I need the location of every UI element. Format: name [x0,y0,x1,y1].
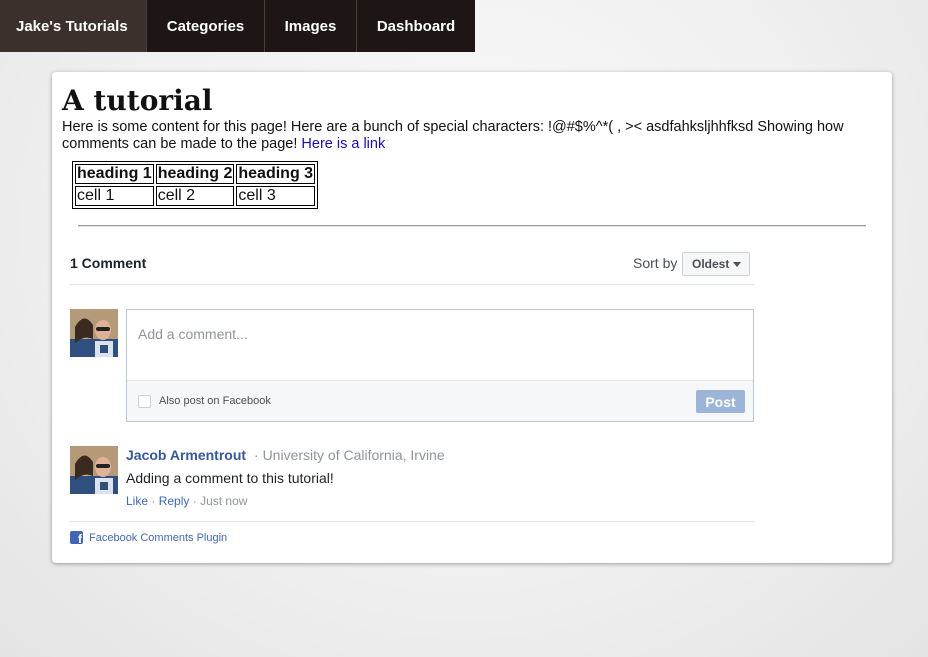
comment-count: 1 Comment [70,255,147,271]
composer-footer: Also post on Facebook Post [127,380,753,421]
table-header-cell: heading 1 [75,164,154,184]
footer-divider [70,521,754,522]
commenter-avatar[interactable] [70,446,118,494]
nav-brand-link[interactable]: Jake's Tutorials [0,0,147,52]
comment-affiliation: · University of California, Irvine [254,447,445,463]
table-cell: cell 2 [155,186,235,206]
avatar-photo-icon [70,309,118,357]
page-content: Here is some content for this page! Here… [62,119,872,153]
table-row: cell 1 cell 2 cell 3 [75,186,316,206]
like-link[interactable]: Like [126,494,148,508]
reply-link[interactable]: Reply [159,494,190,508]
sort-value: Oldest [692,257,730,271]
content-link[interactable]: Here is a link [301,136,385,152]
post-button[interactable]: Post [696,390,745,413]
caret-down-icon [733,262,741,267]
nav-categories-link[interactable]: Categories [147,0,265,52]
comments-header: 1 Comment Sort by Oldest [70,252,754,285]
nav-images-link[interactable]: Images [265,0,357,52]
page-content-text: Here is some content for this page! Here… [62,119,844,152]
facebook-plugin-link[interactable]: f Facebook Comments Plugin [70,531,228,546]
separator-dot: · [254,447,259,463]
table-header-row: heading 1 heading 2 heading 3 [75,164,316,184]
data-table: heading 1 heading 2 heading 3 cell 1 cel… [72,161,319,209]
table-header-cell: heading 2 [155,164,235,184]
separator-dot: · [151,494,156,508]
sort-label: Sort by [633,255,678,271]
content-card: A tutorial Here is some content for this… [52,72,892,563]
affiliation-text: University of California, Irvine [262,447,445,463]
facebook-icon: f [70,531,83,546]
separator-dot: · [192,494,197,508]
comment-input[interactable] [127,310,753,380]
page-title: A tutorial [62,84,213,117]
table-header-cell: heading 3 [236,164,316,184]
comment-composer: Also post on Facebook Post [126,309,754,422]
also-post-label: Also post on Facebook [159,395,271,407]
sort-dropdown[interactable]: Oldest [682,252,750,276]
table-cell: cell 3 [236,186,316,206]
current-user-avatar[interactable] [70,309,118,357]
comment-timestamp[interactable]: Just now [200,494,247,508]
plugin-label: Facebook Comments Plugin [89,531,228,544]
horizontal-rule [78,225,866,227]
table-cell: cell 1 [75,186,154,206]
top-navbar: Jake's Tutorials Categories Images Dashb… [0,0,475,52]
comment-author-link[interactable]: Jacob Armentrout [126,447,246,463]
avatar-photo-icon [70,446,118,494]
comment-actions: Like · Reply · Just now [126,494,247,508]
nav-dashboard-link[interactable]: Dashboard [357,0,475,52]
comment-text: Adding a comment to this tutorial! [126,470,334,486]
also-post-checkbox[interactable] [138,395,151,408]
